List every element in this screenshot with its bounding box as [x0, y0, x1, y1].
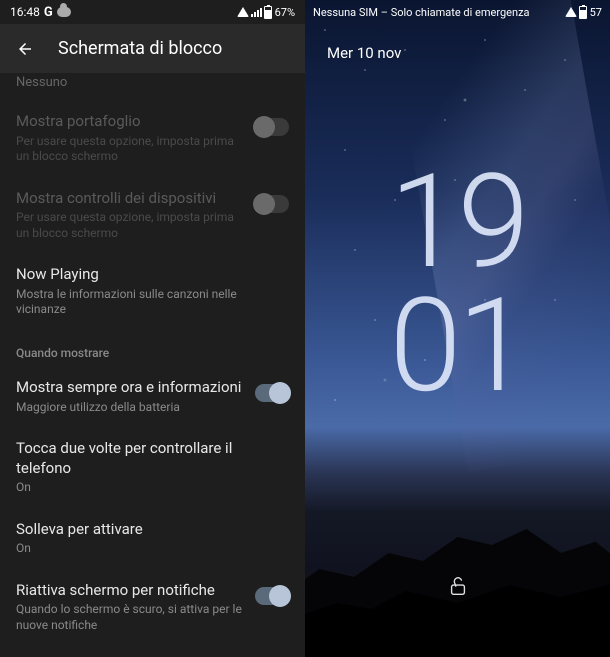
app-bar: Schermata di blocco: [0, 24, 305, 73]
cloud-icon: [57, 7, 71, 17]
toggle-wake-notifications[interactable]: [255, 587, 289, 605]
settings-screen: 16:48 G 67% Schermata di blocco Nessuno …: [0, 0, 305, 657]
cut-off-item: Nessuno: [16, 73, 289, 100]
wallpaper-mountains: [305, 477, 610, 657]
setting-device-controls[interactable]: Mostra controlli dei dispositivi Per usa…: [16, 177, 289, 254]
lock-clock: 19 01: [305, 160, 610, 407]
battery-indicator: 67%: [264, 6, 295, 19]
back-icon[interactable]: [16, 40, 34, 58]
lock-screen: Nessuna SIM – Solo chiamate di emergenza…: [305, 0, 610, 657]
clock-hours: 19: [305, 160, 610, 284]
google-icon: G: [44, 5, 53, 20]
setting-title: Mostra controlli dei dispositivi: [16, 189, 243, 209]
page-title: Schermata di blocco: [58, 38, 222, 59]
setting-lift-to-wake[interactable]: Solleva per attivare On: [16, 508, 289, 569]
setting-title: Riattiva schermo per notifiche: [16, 581, 243, 601]
setting-subtitle: Quando lo schermo è scuro, si attiva per…: [16, 602, 243, 633]
setting-subtitle: On: [16, 541, 289, 557]
setting-subtitle: Per usare questa opzione, imposta prima …: [16, 134, 243, 165]
signal-icon: [251, 8, 262, 17]
setting-now-playing[interactable]: Now Playing Mostra le informazioni sulle…: [16, 253, 289, 330]
setting-subtitle: Mostra le informazioni sulle canzoni nel…: [16, 287, 289, 318]
setting-subtitle: Maggiore utilizzo della batteria: [16, 400, 243, 416]
toggle-device-controls[interactable]: [255, 195, 289, 213]
setting-wake-for-notifications[interactable]: Riattiva schermo per notifiche Quando lo…: [16, 569, 289, 646]
status-time: 16:48: [10, 5, 40, 19]
settings-content: Nessuno Mostra portafoglio Per usare que…: [0, 73, 305, 646]
setting-title: Solleva per attivare: [16, 520, 289, 540]
setting-title: Now Playing: [16, 265, 289, 285]
section-header: Quando mostrare: [16, 330, 289, 366]
setting-title: Mostra portafoglio: [16, 112, 243, 132]
setting-wallet[interactable]: Mostra portafoglio Per usare questa opzi…: [16, 100, 289, 177]
setting-subtitle: Per usare questa opzione, imposta prima …: [16, 210, 243, 241]
battery-text: 67%: [275, 6, 295, 19]
unlock-icon[interactable]: [447, 575, 469, 597]
setting-subtitle: On: [16, 480, 289, 496]
setting-double-tap[interactable]: Tocca due volte per controllare il telef…: [16, 427, 289, 508]
setting-always-show[interactable]: Mostra sempre ora e informazioni Maggior…: [16, 366, 289, 427]
toggle-wallet[interactable]: [255, 118, 289, 136]
setting-title: Tocca due volte per controllare il telef…: [16, 439, 289, 478]
status-bar-left: 16:48 G 67%: [0, 0, 305, 24]
toggle-always-show[interactable]: [255, 384, 289, 402]
wifi-icon: [237, 7, 249, 17]
clock-minutes: 01: [305, 284, 610, 408]
setting-title: Mostra sempre ora e informazioni: [16, 378, 243, 398]
battery-icon: [579, 6, 587, 19]
battery-icon: [264, 6, 272, 19]
